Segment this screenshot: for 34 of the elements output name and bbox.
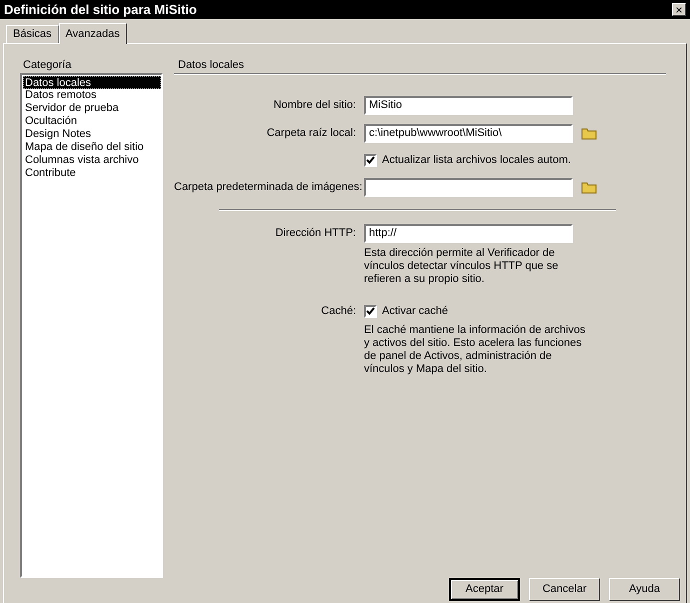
help-text: Esta dirección permite al Verificador de vínculos detectar vínculos HTTP que se refieren a su propio sitio. [364,247,560,286]
checkbox[interactable] [364,154,377,166]
dialog-button[interactable]: Cancelar [529,578,600,601]
checkbox-label[interactable]: Activar caché [377,302,448,320]
tab[interactable]: Básicas [6,25,59,43]
category-item[interactable]: Mapa de diseño del sitio [23,141,161,154]
text-field[interactable]: MiSitio [364,96,573,114]
folder-icon[interactable] [581,126,597,140]
field-label: Carpeta raíz local: [266,126,357,141]
close-button[interactable]: × [672,3,686,16]
text-field[interactable]: c:\inetpub\wwwroot\MiSitio\ [364,124,573,142]
folder-icon[interactable] [581,180,597,194]
text-field[interactable] [364,178,573,196]
category-item[interactable]: Columnas vista archivo [23,154,161,167]
category-item[interactable]: Servidor de prueba [23,102,161,115]
category-item[interactable]: Datos locales [23,76,161,89]
help-text: El caché mantiene la información de archivos y activos del sitio. Esto acelera las funciones de panel de Activos, administración de vínculos y Mapa del sitio. [364,324,586,376]
field-label: Nombre del sitio: [272,98,357,113]
field-label: Caché: [321,304,356,317]
field-label: Dirección HTTP: [274,226,357,241]
category-item[interactable]: Contribute [23,167,161,180]
category-item[interactable]: Ocultación [23,115,161,128]
category-item[interactable]: Design Notes [23,128,161,141]
window-title: Definición del sitio para MiSitio [4,0,197,19]
category-item[interactable]: Datos remotos [23,89,161,102]
dialog-button[interactable]: Aceptar [449,578,520,601]
checkbox-label[interactable]: Actualizar lista archivos locales autom. [377,152,571,168]
category-label: Categoría [22,58,72,71]
field-label: Carpeta predeterminada de imágenes: [174,180,364,195]
section-title: Datos locales [177,58,246,71]
text-field[interactable]: http:// [364,224,573,242]
dialog-button[interactable]: Ayuda [609,578,680,601]
checkbox[interactable] [364,304,377,318]
tab[interactable]: Avanzadas [58,23,127,44]
